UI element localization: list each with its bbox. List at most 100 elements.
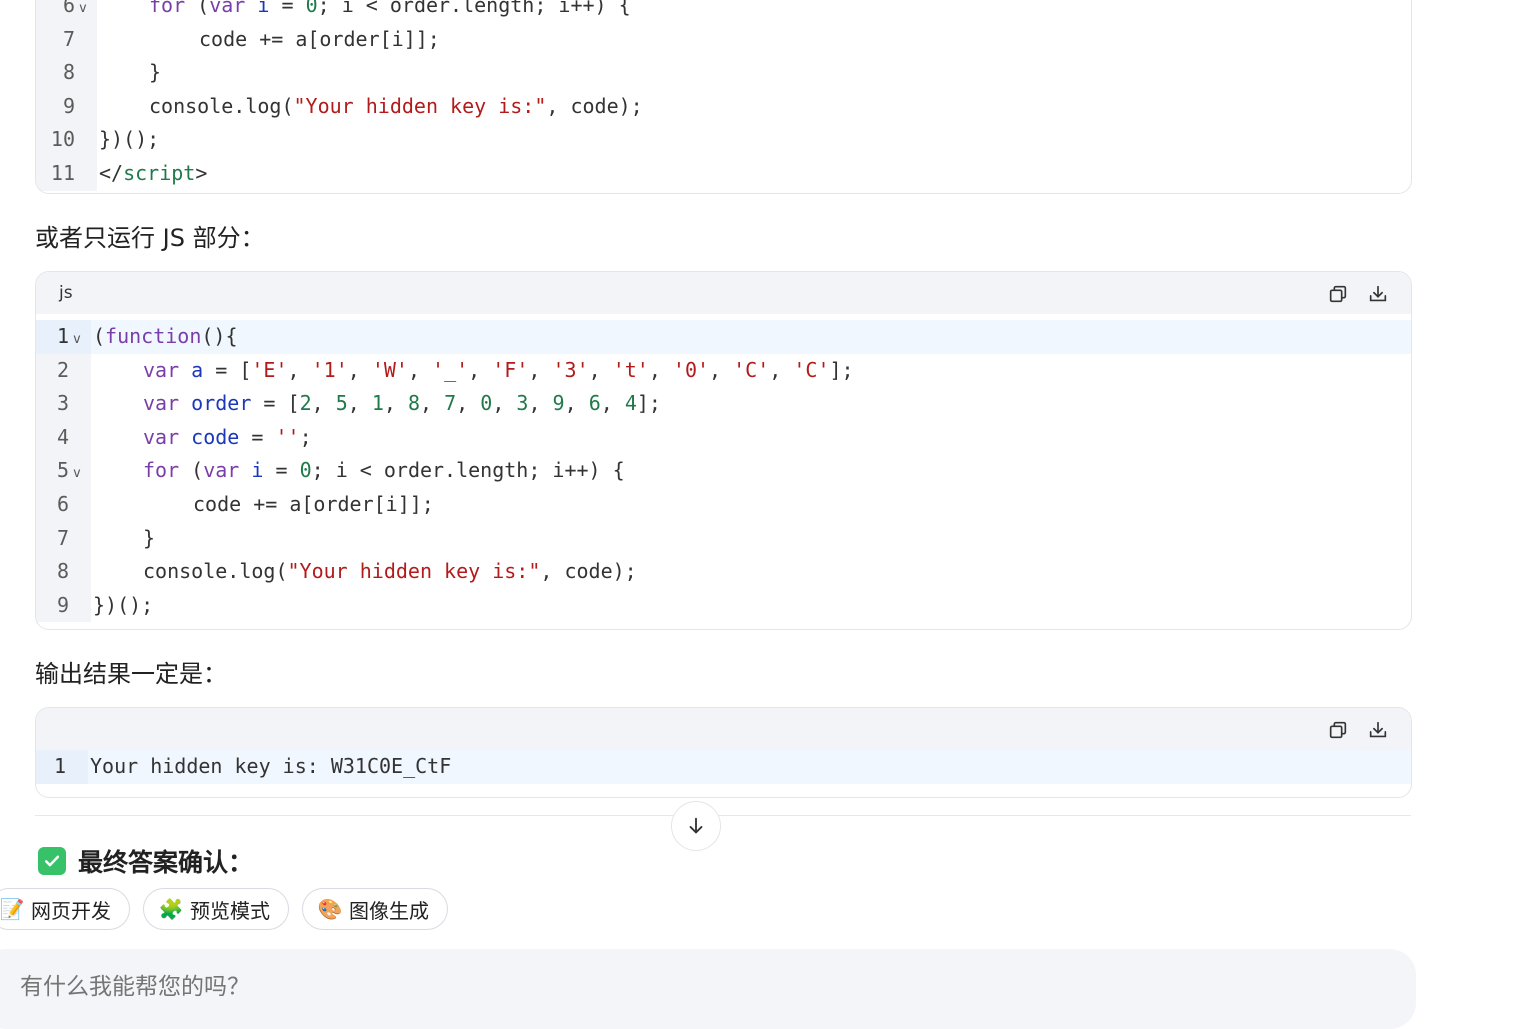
- code-body: 1 Your hidden key is: W31C0E_CtF: [36, 750, 1411, 784]
- code-token: 6: [588, 391, 601, 416]
- puzzle-icon: 🧩: [158, 897, 184, 921]
- code-token: ,: [287, 357, 312, 382]
- code-line: 3 var order = [2, 5, 1, 8, 7, 0, 3, 9, 6,…: [36, 387, 1411, 421]
- code-token: (: [93, 324, 106, 348]
- line-number: 4: [36, 420, 91, 455]
- chip-preview-mode[interactable]: 🧩 预览模式: [143, 888, 289, 930]
- code-text: (function(){: [93, 320, 238, 354]
- code-token: '': [275, 424, 300, 449]
- code-token: code: [191, 424, 240, 449]
- code-token: }: [143, 525, 156, 550]
- code-token: =: [269, 0, 306, 17]
- code-token: ,: [456, 391, 481, 416]
- code-text: code += a[order[i]];: [199, 23, 440, 57]
- code-line: 1 v (function(){: [36, 320, 1411, 354]
- code-token: var: [209, 0, 246, 17]
- code-line: 9 console.log("Your hidden key is:", code…: [36, 89, 1411, 124]
- answer-heading-text: 最终答案确认：: [78, 848, 254, 877]
- code-token: 8: [407, 391, 421, 416]
- code-text: Your hidden key is: W31C0E_CtF: [90, 750, 451, 784]
- code-text: var code = '';: [143, 421, 312, 455]
- line-number: 9: [36, 588, 91, 623]
- code-line: 9})();: [36, 588, 1411, 623]
- code-token: =: [239, 424, 276, 449]
- copy-icon[interactable]: [1327, 283, 1349, 305]
- code-token: 'F': [492, 357, 529, 382]
- line-number: 8: [36, 555, 91, 589]
- download-icon[interactable]: [1367, 283, 1389, 305]
- code-text: console.log("Your hidden key is:", code)…: [149, 90, 643, 124]
- code-block-header: js: [36, 272, 1411, 314]
- code-text: })();: [93, 589, 153, 623]
- code-token: for: [149, 0, 186, 17]
- code-token: var: [143, 424, 180, 449]
- code-token: 0: [480, 391, 493, 416]
- code-body: 1 v (function(){2 var a = ['E', '1', 'W', '…: [36, 314, 1411, 623]
- chip-label: 预览模式: [190, 898, 270, 923]
- code-text: console.log("Your hidden key is:", code)…: [143, 555, 637, 589]
- code-token: ,: [588, 357, 613, 382]
- chat-input[interactable]: [20, 974, 620, 1000]
- chip-web-dev[interactable]: 📝 网页开发: [0, 888, 130, 930]
- code-text: </script>: [99, 157, 207, 191]
- code-token: = [: [203, 357, 252, 382]
- fold-chevron-icon[interactable]: v: [73, 323, 81, 357]
- code-token: 'C': [793, 357, 830, 382]
- line-number: 5: [36, 454, 91, 488]
- code-token: 1: [371, 391, 384, 416]
- code-line: 10})();: [36, 123, 1411, 157]
- code-text: })();: [99, 123, 159, 157]
- code-line: 5 v for (var i = 0; i < order.length; i++)…: [36, 454, 1411, 488]
- code-token: ;: [299, 424, 312, 449]
- suggestion-chips: 📝 网页开发 🧩 预览模式 🎨 图像生成: [0, 888, 448, 930]
- code-text: var a = ['E', '1', 'W', '_', 'F', '3', '…: [143, 354, 854, 388]
- code-token: a: [191, 357, 204, 382]
- chip-label: 图像生成: [349, 898, 429, 923]
- code-token: ,: [492, 391, 517, 416]
- code-token: ,: [600, 391, 625, 416]
- download-icon[interactable]: [1367, 719, 1389, 741]
- code-token: 9: [552, 391, 565, 416]
- code-token: ,: [709, 357, 734, 382]
- code-token: 't': [612, 357, 649, 382]
- code-text: }: [149, 56, 161, 90]
- code-token: (: [185, 0, 210, 17]
- line-number: 2: [36, 353, 91, 388]
- code-token: '1': [311, 357, 348, 382]
- code-token: 0: [299, 458, 312, 483]
- line-number: 6: [36, 487, 91, 522]
- code-token: (: [179, 458, 204, 483]
- code-token: ,: [347, 391, 372, 416]
- code-token: ,: [420, 391, 445, 416]
- code-token: '0': [672, 357, 710, 382]
- code-token: ,: [407, 357, 433, 382]
- line-number: 9: [36, 89, 97, 124]
- line-number: 3: [36, 387, 91, 421]
- copy-icon[interactable]: [1327, 719, 1349, 741]
- line-number: 6: [36, 0, 97, 23]
- code-token: (){: [201, 324, 238, 348]
- scroll-to-bottom-button[interactable]: [671, 801, 721, 851]
- code-token: ; i < order.length; i++) {: [311, 458, 625, 483]
- chip-image-gen[interactable]: 🎨 图像生成: [302, 888, 448, 930]
- code-token: ,: [528, 391, 553, 416]
- code-token: , code);: [546, 93, 643, 118]
- code-token: code += a[order[i]];: [199, 26, 440, 51]
- check-mark-icon: [38, 847, 66, 875]
- code-line: 8}: [36, 56, 1411, 90]
- chip-label: 网页开发: [31, 898, 111, 923]
- code-token: ,: [769, 357, 794, 382]
- memo-icon: 📝: [0, 897, 25, 921]
- code-language-label: js: [59, 283, 73, 303]
- code-token: ,: [564, 391, 589, 416]
- code-text: var order = [2, 5, 1, 8, 7, 0, 3, 9, 6, …: [143, 387, 661, 421]
- code-token: 'W': [371, 357, 408, 382]
- code-token: })();: [93, 592, 154, 617]
- line-number: 8: [36, 56, 97, 90]
- code-text: code += a[order[i]];: [193, 488, 434, 522]
- fold-chevron-icon[interactable]: v: [73, 457, 81, 491]
- code-block-output: 1 Your hidden key is: W31C0E_CtF: [35, 707, 1412, 798]
